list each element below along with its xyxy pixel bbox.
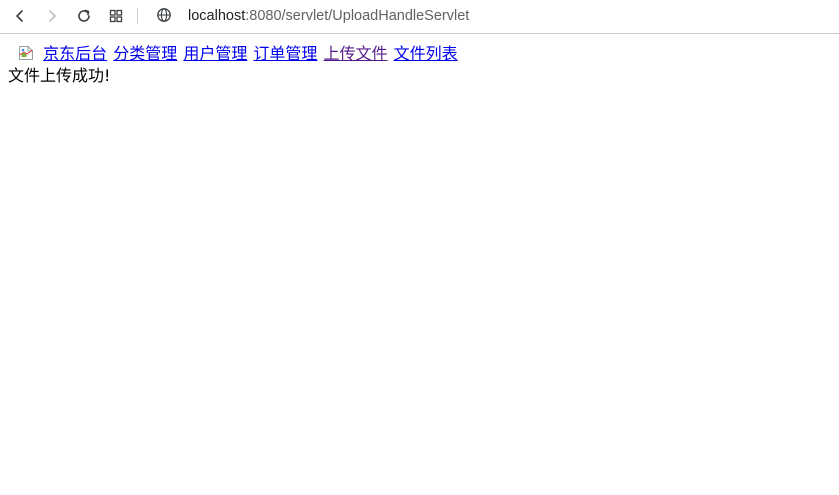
page-content: 京东后台 分类管理 用户管理 订单管理 上传文件 文件列表 文件上传成功! (0, 34, 839, 495)
url-path: :8080/servlet/UploadHandleServlet (245, 8, 470, 24)
address-bar[interactable]: localhost:8080/servlet/UploadHandleServl… (150, 3, 830, 29)
nav-link-categories[interactable]: 分类管理 (113, 44, 177, 63)
browser-toolbar: localhost:8080/servlet/UploadHandleServl… (0, 0, 839, 34)
back-icon (16, 10, 23, 22)
reload-icon (78, 9, 90, 22)
reload-button[interactable] (72, 5, 96, 27)
broken-image-icon (19, 46, 33, 60)
forward-icon (49, 10, 56, 22)
upload-success-message: 文件上传成功! (8, 66, 111, 85)
toolbar-divider (137, 8, 138, 24)
nav-link-upload[interactable]: 上传文件 (324, 44, 388, 63)
top-nav: 京东后台 分类管理 用户管理 订单管理 上传文件 文件列表 (18, 44, 459, 64)
tabs-grid-button[interactable] (104, 5, 128, 27)
back-button[interactable] (8, 5, 32, 27)
nav-link-home[interactable]: 京东后台 (43, 44, 107, 63)
globe-icon (157, 8, 171, 22)
tabs-grid-icon (109, 9, 123, 23)
nav-link-file-list[interactable]: 文件列表 (394, 44, 458, 63)
url-host: localhost (188, 8, 246, 24)
forward-button[interactable] (40, 5, 64, 27)
nav-link-users[interactable]: 用户管理 (183, 44, 247, 63)
nav-link-orders[interactable]: 订单管理 (253, 44, 317, 63)
url-text[interactable]: localhost:8080/servlet/UploadHandleServl… (188, 7, 469, 25)
